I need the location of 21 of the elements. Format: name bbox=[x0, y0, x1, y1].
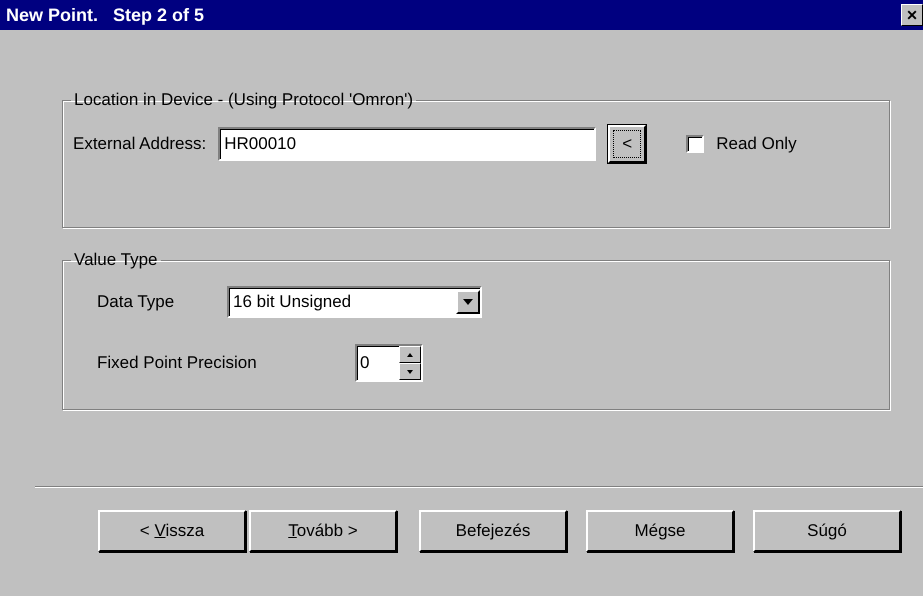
dialog-button[interactable]: Mégse bbox=[586, 510, 734, 552]
dialog-button[interactable]: Befejezés bbox=[419, 510, 567, 552]
field-label: External Address: bbox=[73, 134, 206, 154]
close-button[interactable]: × bbox=[901, 4, 923, 26]
dialog-button[interactable]: Tovább > bbox=[249, 510, 397, 552]
field-label: Data Type bbox=[97, 292, 176, 312]
checkbox-label: Read Only bbox=[716, 134, 797, 154]
read-only-checkbox[interactable] bbox=[686, 135, 704, 153]
dialog-button[interactable]: Súgó bbox=[753, 510, 901, 552]
dropdown-arrow-icon bbox=[463, 299, 473, 305]
precision-spinner[interactable]: 0 bbox=[355, 344, 423, 382]
up-arrow-icon bbox=[407, 352, 413, 356]
browse-button[interactable]: < bbox=[608, 125, 646, 163]
field-label: Fixed Point Precision bbox=[97, 353, 258, 373]
group-legend: Value Type bbox=[71, 250, 160, 270]
data-type-dropdown[interactable]: 16 bit Unsigned bbox=[227, 286, 482, 318]
window-title: New Point. Step 2 of 5 bbox=[6, 4, 204, 26]
address-field[interactable]: HR00010 bbox=[218, 127, 596, 161]
group-legend: Location in Device - (Using Protocol 'Omron') bbox=[71, 90, 416, 110]
dialog-button[interactable]: < Vissza bbox=[98, 510, 246, 552]
down-arrow-icon bbox=[407, 370, 413, 374]
